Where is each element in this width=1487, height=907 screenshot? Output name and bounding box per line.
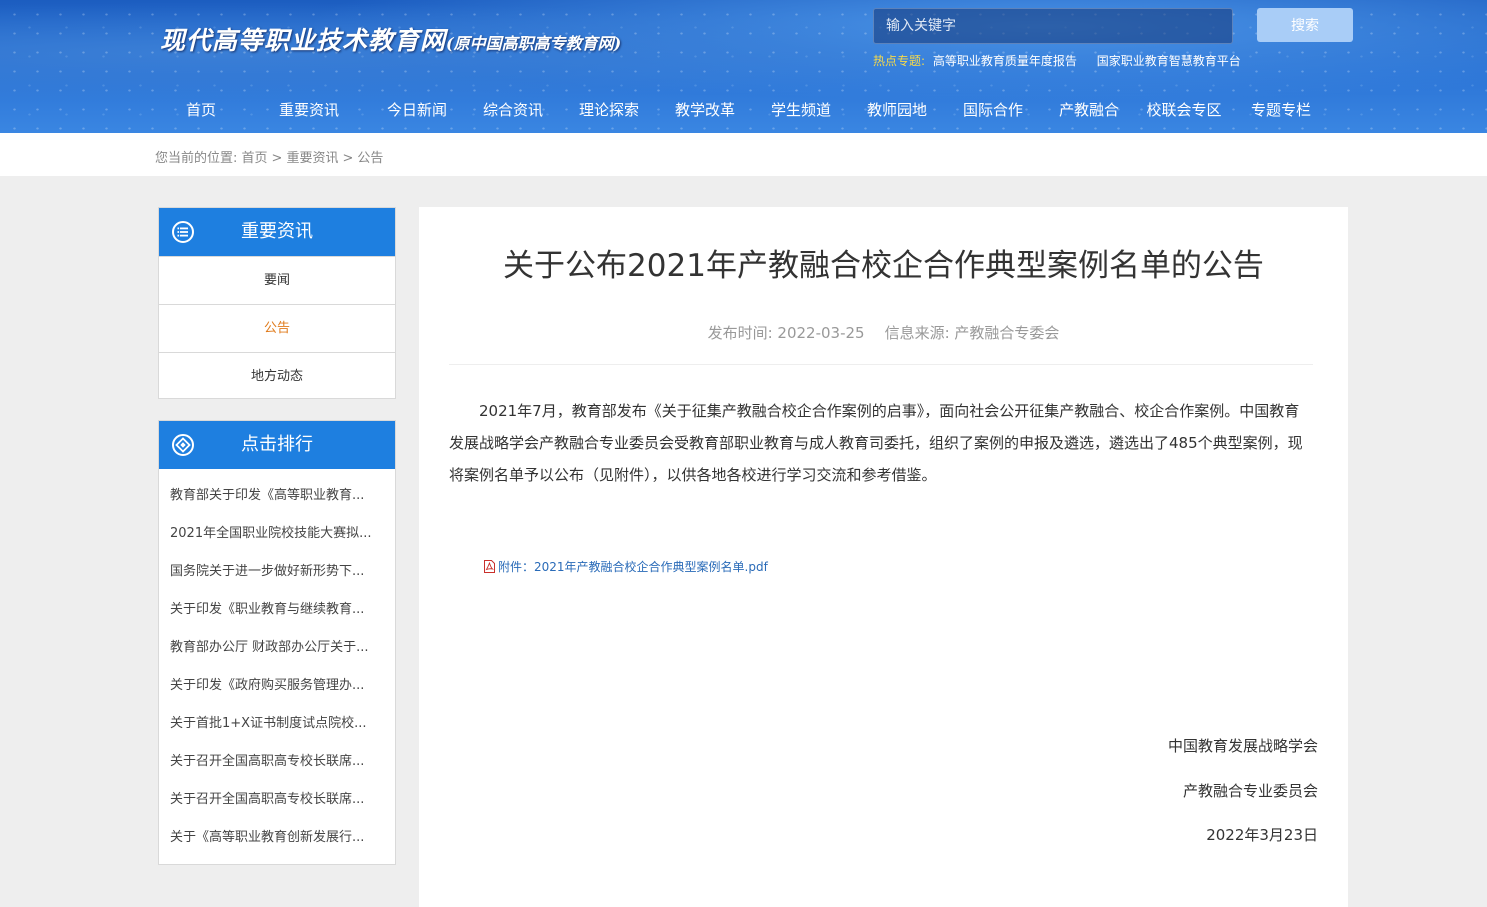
site-logo[interactable]: 现代高等职业技术教育网(原中国高职高专教育网) bbox=[160, 24, 621, 58]
article-publish-date: 发布时间: 2022-03-25 bbox=[707, 324, 865, 342]
ranking-list-item[interactable]: 关于印发《政府购买服务管理办... bbox=[170, 667, 384, 705]
hot-topic-link[interactable]: 高等职业教育质量年度报告 bbox=[933, 54, 1077, 68]
sidebar-ranking-box: 点击排行 教育部关于印发《高等职业教育... 2021年全国职业院校技能大赛拟.… bbox=[158, 420, 396, 865]
attachment-label: 附件：2021年产教融合校企合作典型案例名单.pdf bbox=[498, 560, 768, 574]
signature-committee: 产教融合专业委员会 bbox=[1182, 782, 1318, 800]
breadcrumb-bar: 您当前的位置: 首页 > 重要资讯 > 公告 bbox=[0, 133, 1487, 176]
breadcrumb-separator: > bbox=[342, 151, 354, 166]
nav-item-special-topics[interactable]: 专题专栏 bbox=[1245, 98, 1317, 122]
ranking-list-item[interactable]: 关于召开全国高职高专校长联席... bbox=[170, 743, 384, 781]
ranking-list-item[interactable]: 关于召开全国高职高专校长联席... bbox=[170, 781, 384, 819]
nav-item-teachers[interactable]: 教师园地 bbox=[861, 98, 933, 122]
nav-item-international[interactable]: 国际合作 bbox=[957, 98, 1029, 122]
sidebar-ranking-title: 点击排行 bbox=[241, 434, 313, 455]
signature-date: 2022年3月23日 bbox=[1206, 826, 1318, 844]
main-nav: 首页 重要资讯 今日新闻 综合资讯 理论探索 教学改革 学生频道 教师园地 国际… bbox=[165, 98, 1317, 122]
breadcrumb-link-home[interactable]: 首页 bbox=[242, 151, 268, 166]
ranking-list-item[interactable]: 国务院关于进一步做好新形势下... bbox=[170, 553, 384, 591]
nav-item-general-news[interactable]: 综合资讯 bbox=[477, 98, 549, 122]
nav-item-important-news[interactable]: 重要资讯 bbox=[261, 98, 357, 122]
breadcrumb-link-important-news[interactable]: 重要资讯 bbox=[286, 151, 338, 166]
ranking-list-item[interactable]: 关于《高等职业教育创新发展行... bbox=[170, 819, 384, 857]
ranking-list-item[interactable]: 教育部办公厅 财政部办公厅关于... bbox=[170, 629, 384, 667]
hot-topic-link[interactable]: 国家职业教育智慧教育平台 bbox=[1097, 54, 1241, 68]
ranking-list-item[interactable]: 关于首批1+X证书制度试点院校... bbox=[170, 705, 384, 743]
nav-item-home[interactable]: 首页 bbox=[165, 98, 237, 122]
article-panel: 关于公布2021年产教融合校企合作典型案例名单的公告 发布时间: 2022-03… bbox=[419, 207, 1348, 907]
hot-topics-label: 热点专题: bbox=[873, 54, 926, 68]
ranking-list: 教育部关于印发《高等职业教育... 2021年全国职业院校技能大赛拟... 国务… bbox=[159, 469, 395, 857]
logo-main-text: 现代高等职业技术教育网 bbox=[160, 26, 447, 55]
sidebar-item-announcement[interactable]: 公告 bbox=[159, 304, 395, 352]
article-body: 2021年7月，教育部发布《关于征集产教融合校企合作案例的启事》，面向社会公开征… bbox=[449, 402, 1303, 484]
ranking-list-item[interactable]: 2021年全国职业院校技能大赛拟... bbox=[170, 515, 384, 553]
sidebar-category-header: 重要资讯 bbox=[159, 208, 395, 256]
sidebar-item-local-news[interactable]: 地方动态 bbox=[159, 352, 395, 400]
breadcrumb: 您当前的位置: 首页 > 重要资讯 > 公告 bbox=[155, 147, 383, 166]
article-source: 信息来源: 产教融合专委会 bbox=[884, 324, 1060, 342]
article-meta: 发布时间: 2022-03-25 信息来源: 产教融合专委会 bbox=[419, 322, 1348, 343]
nav-item-students[interactable]: 学生频道 bbox=[765, 98, 837, 122]
ranking-list-item[interactable]: 关于印发《职业教育与继续教育... bbox=[170, 591, 384, 629]
signature-org: 中国教育发展战略学会 bbox=[1167, 737, 1318, 755]
search-input[interactable] bbox=[873, 8, 1233, 44]
hot-topics: 热点专题: 高等职业教育质量年度报告 国家职业教育智慧教育平台 bbox=[873, 52, 1257, 69]
sidebar-item-news[interactable]: 要闻 bbox=[159, 256, 395, 304]
sidebar-ranking-header: 点击排行 bbox=[159, 421, 395, 469]
ranking-list-item[interactable]: 教育部关于印发《高等职业教育... bbox=[170, 477, 384, 515]
sidebar-category-box: 重要资讯 要闻 公告 地方动态 bbox=[158, 207, 396, 399]
nav-item-industry-education[interactable]: 产教融合 bbox=[1053, 98, 1125, 122]
search-button[interactable]: 搜索 bbox=[1257, 8, 1353, 42]
breadcrumb-link-announcement[interactable]: 公告 bbox=[357, 151, 383, 166]
nav-item-teaching-reform[interactable]: 教学改革 bbox=[669, 98, 741, 122]
sidebar-category-title: 重要资讯 bbox=[241, 221, 313, 242]
article-title: 关于公布2021年产教融合校企合作典型案例名单的公告 bbox=[503, 248, 1264, 284]
nav-item-theory[interactable]: 理论探索 bbox=[573, 98, 645, 122]
site-header: 现代高等职业技术教育网(原中国高职高专教育网) 搜索 热点专题: 高等职业教育质… bbox=[0, 0, 1487, 133]
article-divider bbox=[449, 364, 1313, 365]
attachment-link[interactable]: 附件：2021年产教融合校企合作典型案例名单.pdf bbox=[484, 558, 768, 575]
nav-item-alliance[interactable]: 校联会专区 bbox=[1139, 98, 1229, 122]
pdf-icon bbox=[484, 560, 495, 573]
logo-sub-text: (原中国高职高专教育网) bbox=[446, 34, 622, 53]
nav-item-today-news[interactable]: 今日新闻 bbox=[381, 98, 453, 122]
breadcrumb-prefix: 您当前的位置: bbox=[155, 151, 238, 166]
breadcrumb-separator: > bbox=[271, 151, 283, 166]
